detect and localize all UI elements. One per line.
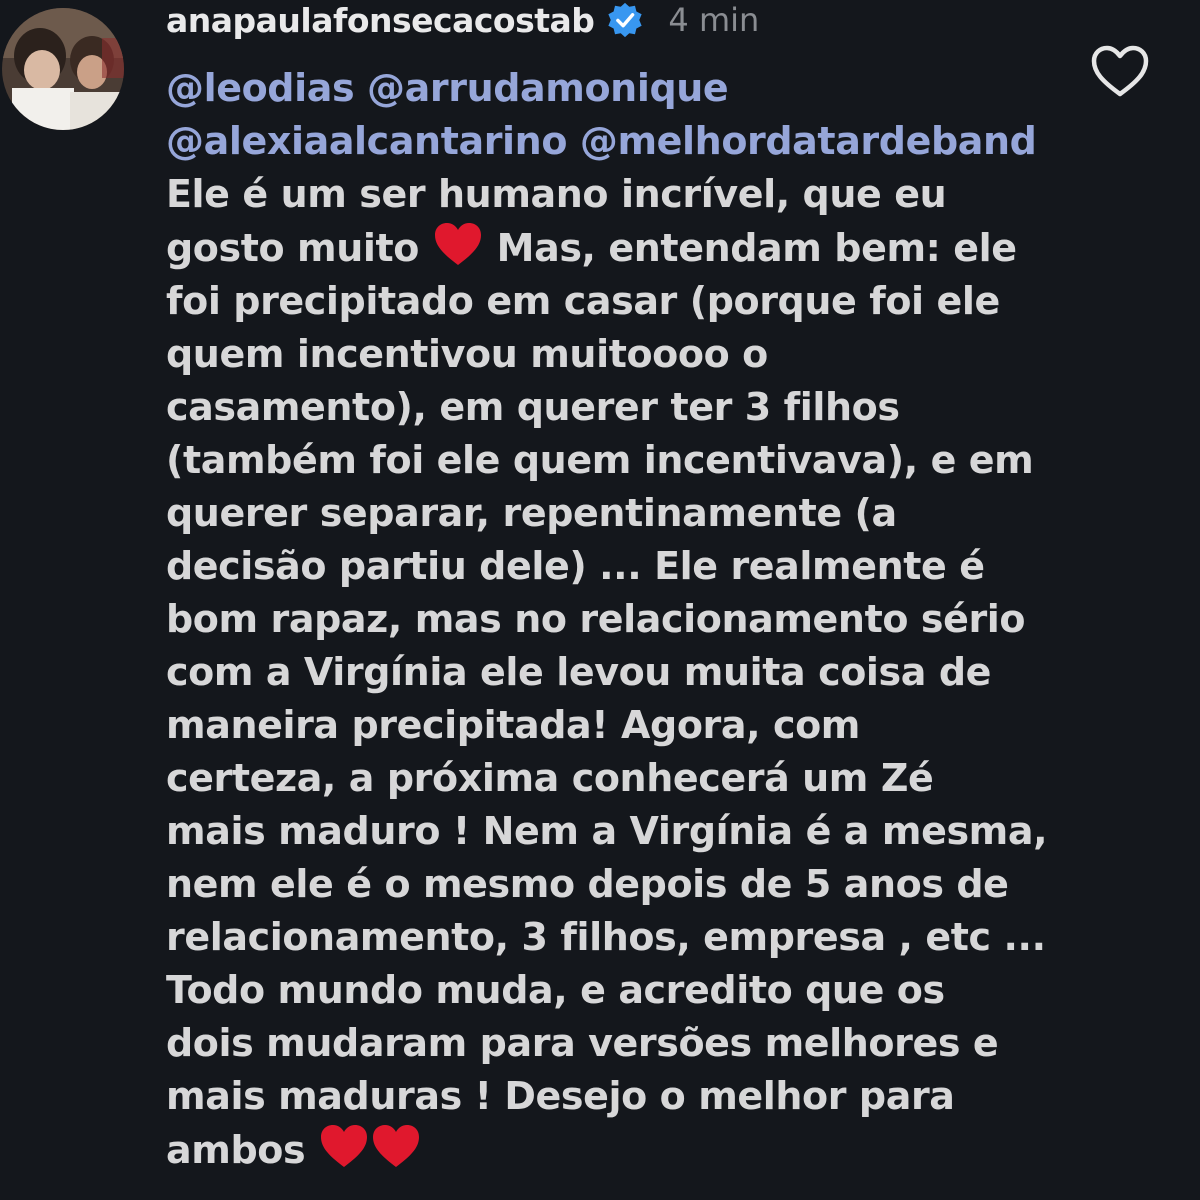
comment-text-line: certeza, a próxima conhecerá um Zé	[166, 756, 934, 800]
comment-text-line: (também foi ele quem incentivava), e em	[166, 438, 1034, 482]
like-heart-icon[interactable]	[1090, 44, 1150, 100]
comment-text-line: quem incentivou muitoooo o	[166, 332, 768, 376]
mention-alexiaalcantarino[interactable]: @alexiaalcantarino	[166, 119, 567, 163]
comment-text-line: mais maduras ! Desejo o melhor para	[166, 1074, 955, 1118]
comment-text-line: ambos	[166, 1123, 1066, 1177]
comment-text-line: foi precipitado em casar (porque foi ele	[166, 279, 1000, 323]
comment-text-line: maneira precipitada! Agora, com	[166, 703, 860, 747]
comment-text-line: gosto muito Mas, entendam bem: ele	[166, 221, 1066, 275]
comment-text-line: mais maduro ! Nem a Virgínia é a mesma,	[166, 809, 1048, 853]
comment-body: @leodias @arrudamonique @alexiaalcantari…	[166, 62, 1066, 1177]
comment-text-line: casamento), em querer ter 3 filhos	[166, 385, 900, 429]
comment-text-line: relacionamento, 3 filhos, empresa , etc …	[166, 915, 1046, 959]
red-heart-emoji-icon	[432, 221, 484, 269]
red-heart-emoji-icon	[370, 1123, 422, 1171]
comment-text-segment: gosto muito	[166, 226, 419, 270]
mention-arrudamonique[interactable]: @arrudamonique	[367, 66, 729, 110]
comment-text-segment: ambos	[166, 1128, 306, 1172]
comment-text-line: decisão partiu dele) ... Ele realmente é	[166, 544, 985, 588]
comment-timestamp: 4 min	[668, 1, 760, 39]
comment-item: anapaulafonsecacostab 4 min @leodias @ar…	[0, 0, 1200, 1200]
comment-text-segment: Mas, entendam bem: ele	[496, 226, 1017, 270]
comment-header: anapaulafonsecacostab 4 min	[166, 0, 759, 40]
red-heart-emoji-icon	[318, 1123, 370, 1171]
mentions-line-1: @leodias @arrudamonique	[166, 62, 1066, 115]
comment-text-line: nem ele é o mesmo depois de 5 anos de	[166, 862, 1009, 906]
username[interactable]: anapaulafonsecacostab	[166, 1, 595, 40]
mentions-line-2: @alexiaalcantarino @melhordatardeband	[166, 115, 1066, 168]
mention-melhordatardeband[interactable]: @melhordatardeband	[580, 119, 1037, 163]
verified-badge-icon	[606, 1, 644, 39]
avatar-photo-icon	[2, 8, 124, 130]
comment-text-line: com a Virgínia ele levou muita coisa de	[166, 650, 992, 694]
comment-text-line: querer separar, repentinamente (a	[166, 491, 897, 535]
comment-text-line: Todo mundo muda, e acredito que os	[166, 968, 945, 1012]
mention-leodias[interactable]: @leodias	[166, 66, 355, 110]
comment-text-line: bom rapaz, mas no relacionamento sério	[166, 597, 1026, 641]
comment-text-line: dois mudaram para versões melhores e	[166, 1021, 999, 1065]
user-avatar[interactable]	[2, 8, 124, 130]
comment-text-line: Ele é um ser humano incrível, que eu	[166, 172, 947, 216]
